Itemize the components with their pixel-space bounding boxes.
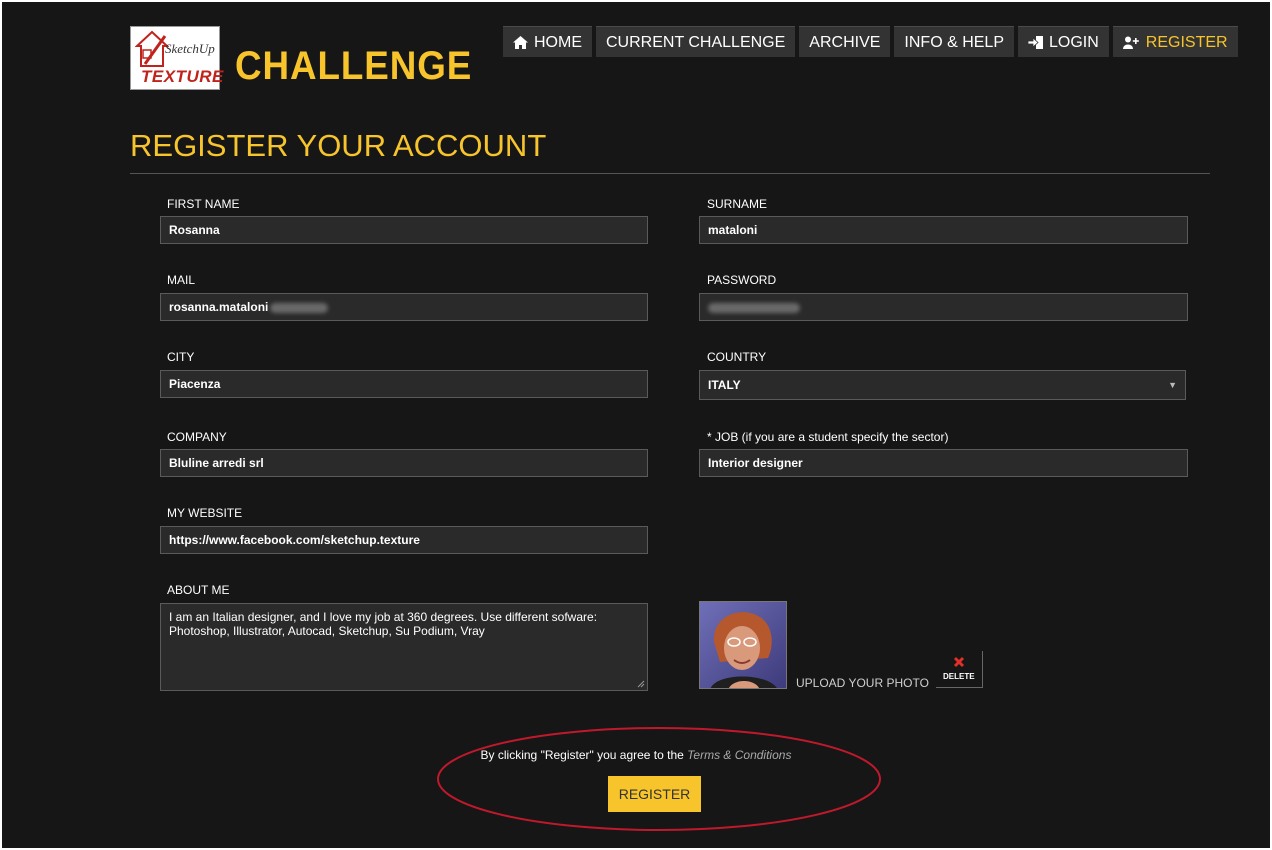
mail-label: MAIL [167, 273, 196, 287]
nav-register[interactable]: REGISTER [1112, 26, 1238, 57]
city-label: CITY [167, 350, 195, 364]
logo-texture-text: TEXTURE [141, 67, 224, 86]
terms-prefix: By clicking "Register" you agree to the [480, 748, 688, 762]
mail-value: rosanna.mataloni [169, 300, 269, 314]
country-label: COUNTRY [707, 350, 767, 364]
nav-info-help[interactable]: INFO & HELP [894, 26, 1014, 57]
first-name-input[interactable]: Rosanna [160, 216, 648, 244]
country-select[interactable]: ITALY ▼ [699, 370, 1186, 400]
company-label: COMPANY [167, 430, 227, 444]
delete-label: DELETE [943, 672, 975, 681]
about-textarea[interactable]: I am an Italian designer, and I love my … [160, 603, 648, 691]
profile-photo[interactable] [699, 601, 787, 689]
about-label: ABOUT ME [167, 583, 230, 597]
password-input[interactable] [699, 293, 1188, 321]
nav-home[interactable]: HOME [503, 26, 592, 57]
job-value: Interior designer [708, 456, 803, 470]
first-name-value: Rosanna [169, 223, 220, 237]
nav-register-label: REGISTER [1145, 33, 1228, 51]
nav-info-help-label: INFO & HELP [904, 33, 1004, 51]
mail-blurred [270, 302, 329, 313]
terms-link[interactable]: Terms & Conditions [687, 748, 791, 762]
country-value: ITALY [708, 378, 741, 392]
close-icon [953, 656, 965, 668]
company-value: Bluline arredi srl [169, 456, 264, 470]
profile-photo-image [700, 602, 786, 688]
first-name-label: FIRST NAME [167, 197, 240, 211]
job-input[interactable]: Interior designer [699, 449, 1188, 477]
surname-input[interactable]: mataloni [699, 216, 1188, 244]
password-label: PASSWORD [707, 273, 777, 287]
website-value: https://www.facebook.com/sketchup.textur… [169, 533, 420, 547]
logo-sketchup-text: SketchUp [165, 41, 215, 56]
about-value: I am an Italian designer, and I love my … [169, 610, 598, 638]
surname-label: SURNAME [707, 197, 768, 211]
chevron-down-icon: ▼ [1168, 380, 1177, 390]
logo-challenge-text: CHALLENGE [235, 44, 473, 88]
terms-text: By clicking "Register" you agree to the … [0, 748, 1272, 762]
website-label: MY WEBSITE [167, 506, 243, 520]
home-icon [513, 35, 528, 49]
divider [130, 173, 1210, 174]
login-icon [1028, 35, 1043, 49]
city-input[interactable]: Piacenza [160, 370, 648, 398]
nav-archive[interactable]: ARCHIVE [799, 26, 891, 57]
delete-photo-button[interactable]: DELETE [936, 651, 983, 688]
nav-login[interactable]: LOGIN [1018, 26, 1109, 57]
password-blurred [708, 302, 800, 313]
house-pencil-icon [135, 30, 169, 67]
main-nav: HOME CURRENT CHALLENGE ARCHIVE INFO & HE… [503, 26, 1238, 57]
register-button[interactable]: REGISTER [608, 776, 701, 812]
resize-grip-icon[interactable] [637, 680, 645, 688]
surname-value: mataloni [708, 223, 758, 237]
logo[interactable]: SketchUp TEXTURE [130, 26, 223, 90]
company-input[interactable]: Bluline arredi srl [160, 449, 648, 477]
mail-input[interactable]: rosanna.mataloni [160, 293, 648, 321]
upload-photo-label[interactable]: UPLOAD YOUR PHOTO [796, 676, 929, 690]
nav-current-challenge-label: CURRENT CHALLENGE [606, 33, 786, 51]
nav-archive-label: ARCHIVE [809, 33, 881, 51]
nav-login-label: LOGIN [1049, 33, 1099, 51]
page-title: REGISTER YOUR ACCOUNT [130, 128, 547, 163]
job-label: * JOB (if you are a student specify the … [707, 430, 949, 444]
website-input[interactable]: https://www.facebook.com/sketchup.textur… [160, 526, 648, 554]
nav-current-challenge[interactable]: CURRENT CHALLENGE [596, 26, 796, 57]
nav-home-label: HOME [534, 33, 582, 51]
city-value: Piacenza [169, 377, 221, 391]
add-user-icon [1122, 36, 1139, 49]
